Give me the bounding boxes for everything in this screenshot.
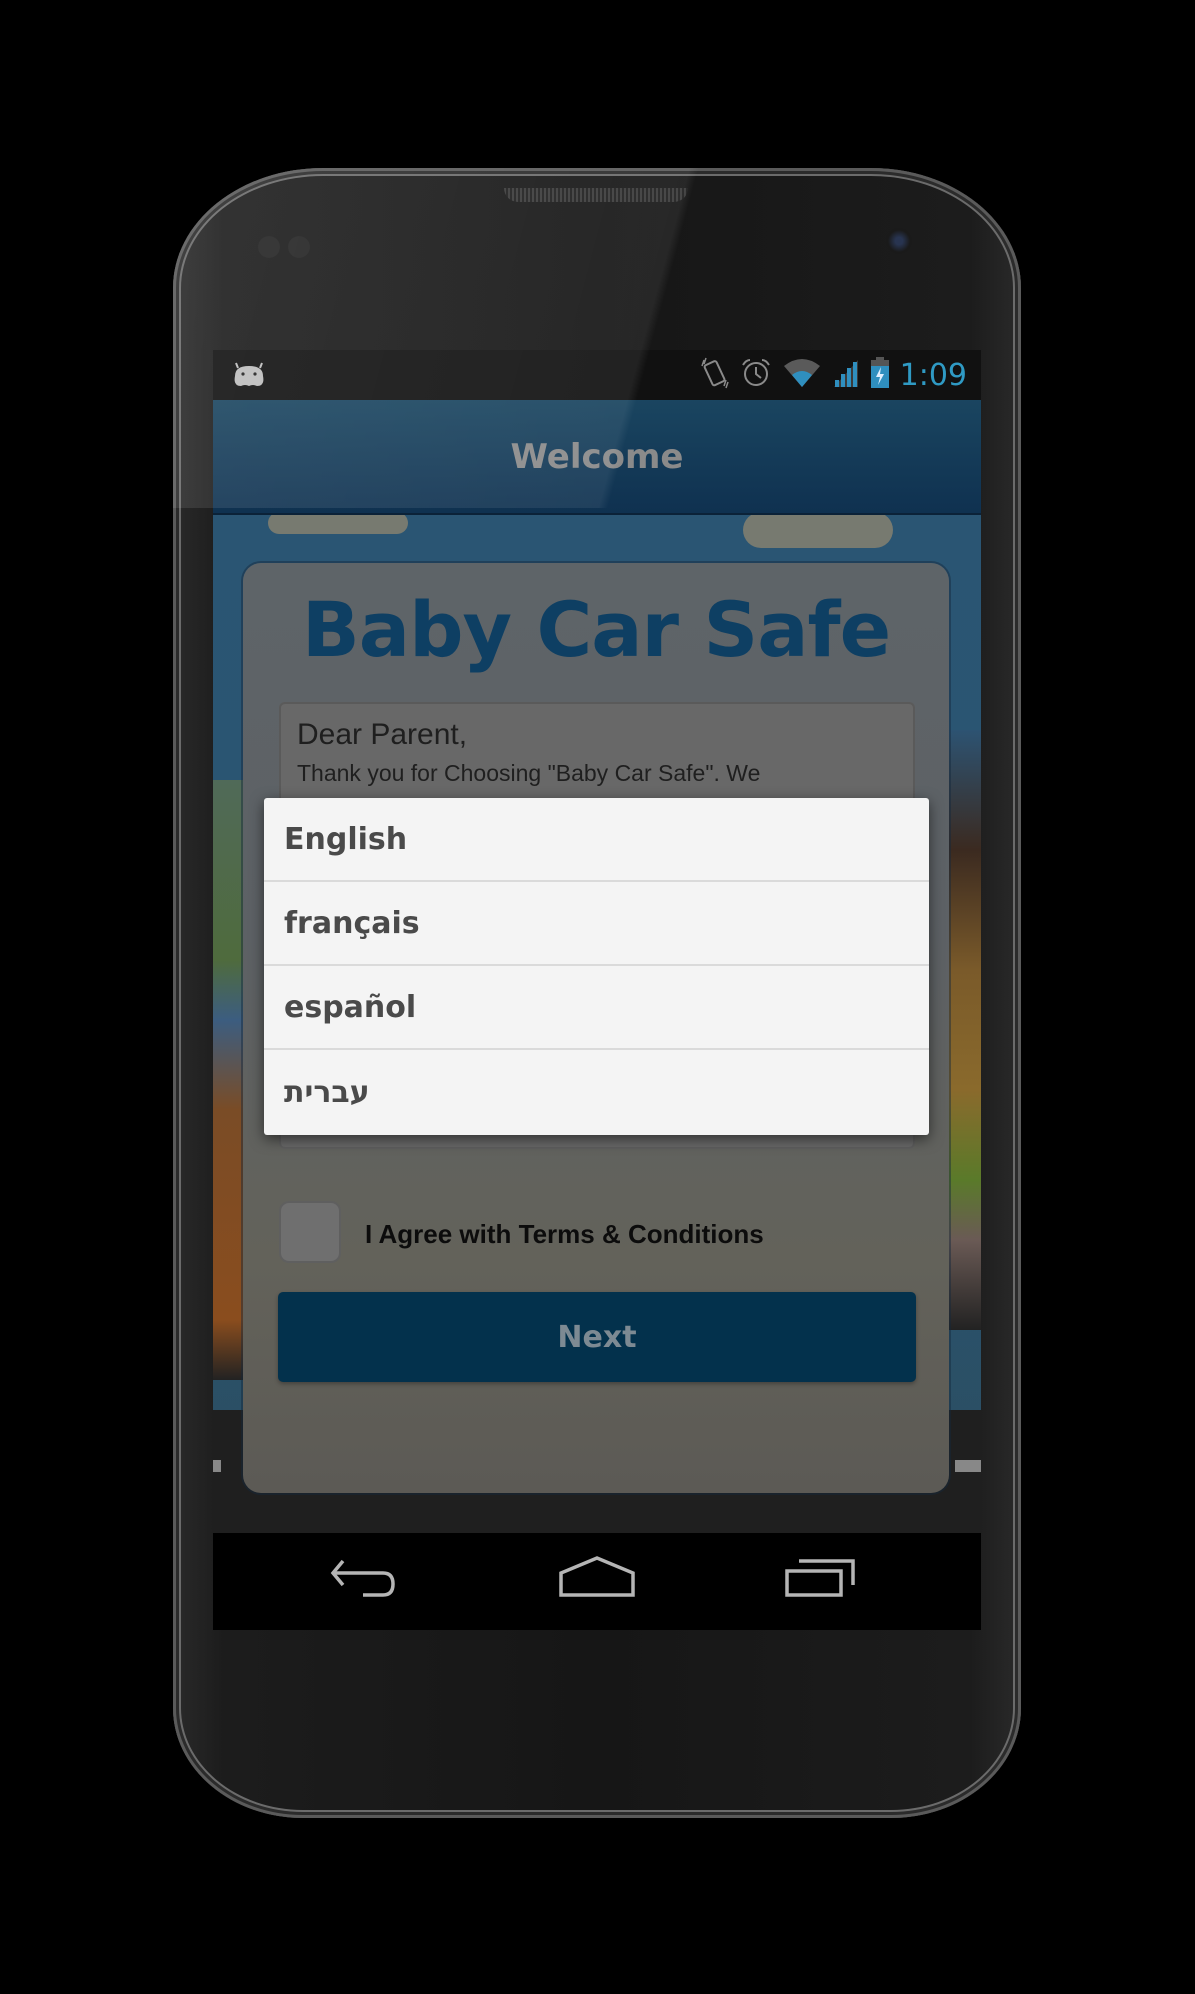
- status-time: 1:09: [899, 357, 967, 393]
- navigation-bar: [213, 1533, 981, 1630]
- cloud: [268, 512, 408, 534]
- cloud: [743, 512, 893, 548]
- proximity-sensor: [258, 236, 280, 258]
- language-option-spanish[interactable]: español: [264, 966, 929, 1050]
- recents-icon[interactable]: [783, 1555, 863, 1605]
- road-marking: [955, 1460, 981, 1472]
- android-debug-icon: [231, 362, 267, 395]
- vibrate-icon: [700, 356, 730, 395]
- action-bar: Welcome: [213, 400, 981, 515]
- background-building-left: [213, 780, 245, 1380]
- language-option-hebrew[interactable]: עברית: [264, 1050, 929, 1135]
- language-popup: English français español עברית: [264, 798, 929, 1135]
- battery-charging-icon: [870, 356, 890, 394]
- message-body: Thank you for Choosing "Baby Car Safe". …: [297, 760, 761, 786]
- language-option-english[interactable]: English: [264, 798, 929, 882]
- terms-row: I Agree with Terms & Conditions: [279, 1203, 915, 1265]
- message-greeting: Dear Parent,: [297, 718, 468, 751]
- speaker-grille: [504, 188, 688, 202]
- next-button[interactable]: Next: [278, 1292, 916, 1382]
- alarm-icon: [740, 357, 772, 394]
- signal-icon: [832, 358, 860, 393]
- road-marking: [213, 1460, 221, 1472]
- wifi-icon: [782, 358, 822, 393]
- back-icon[interactable]: [329, 1555, 409, 1605]
- background-building-right: [949, 730, 981, 1330]
- language-option-french[interactable]: français: [264, 882, 929, 966]
- app-title: Baby Car Safe: [301, 585, 891, 674]
- front-camera: [886, 228, 912, 254]
- status-bar: 1:09: [213, 350, 981, 400]
- terms-label[interactable]: I Agree with Terms & Conditions: [365, 1219, 764, 1250]
- home-icon[interactable]: [557, 1555, 637, 1605]
- light-sensor: [288, 236, 310, 258]
- page-title: Welcome: [510, 436, 684, 477]
- terms-checkbox[interactable]: [281, 1203, 339, 1261]
